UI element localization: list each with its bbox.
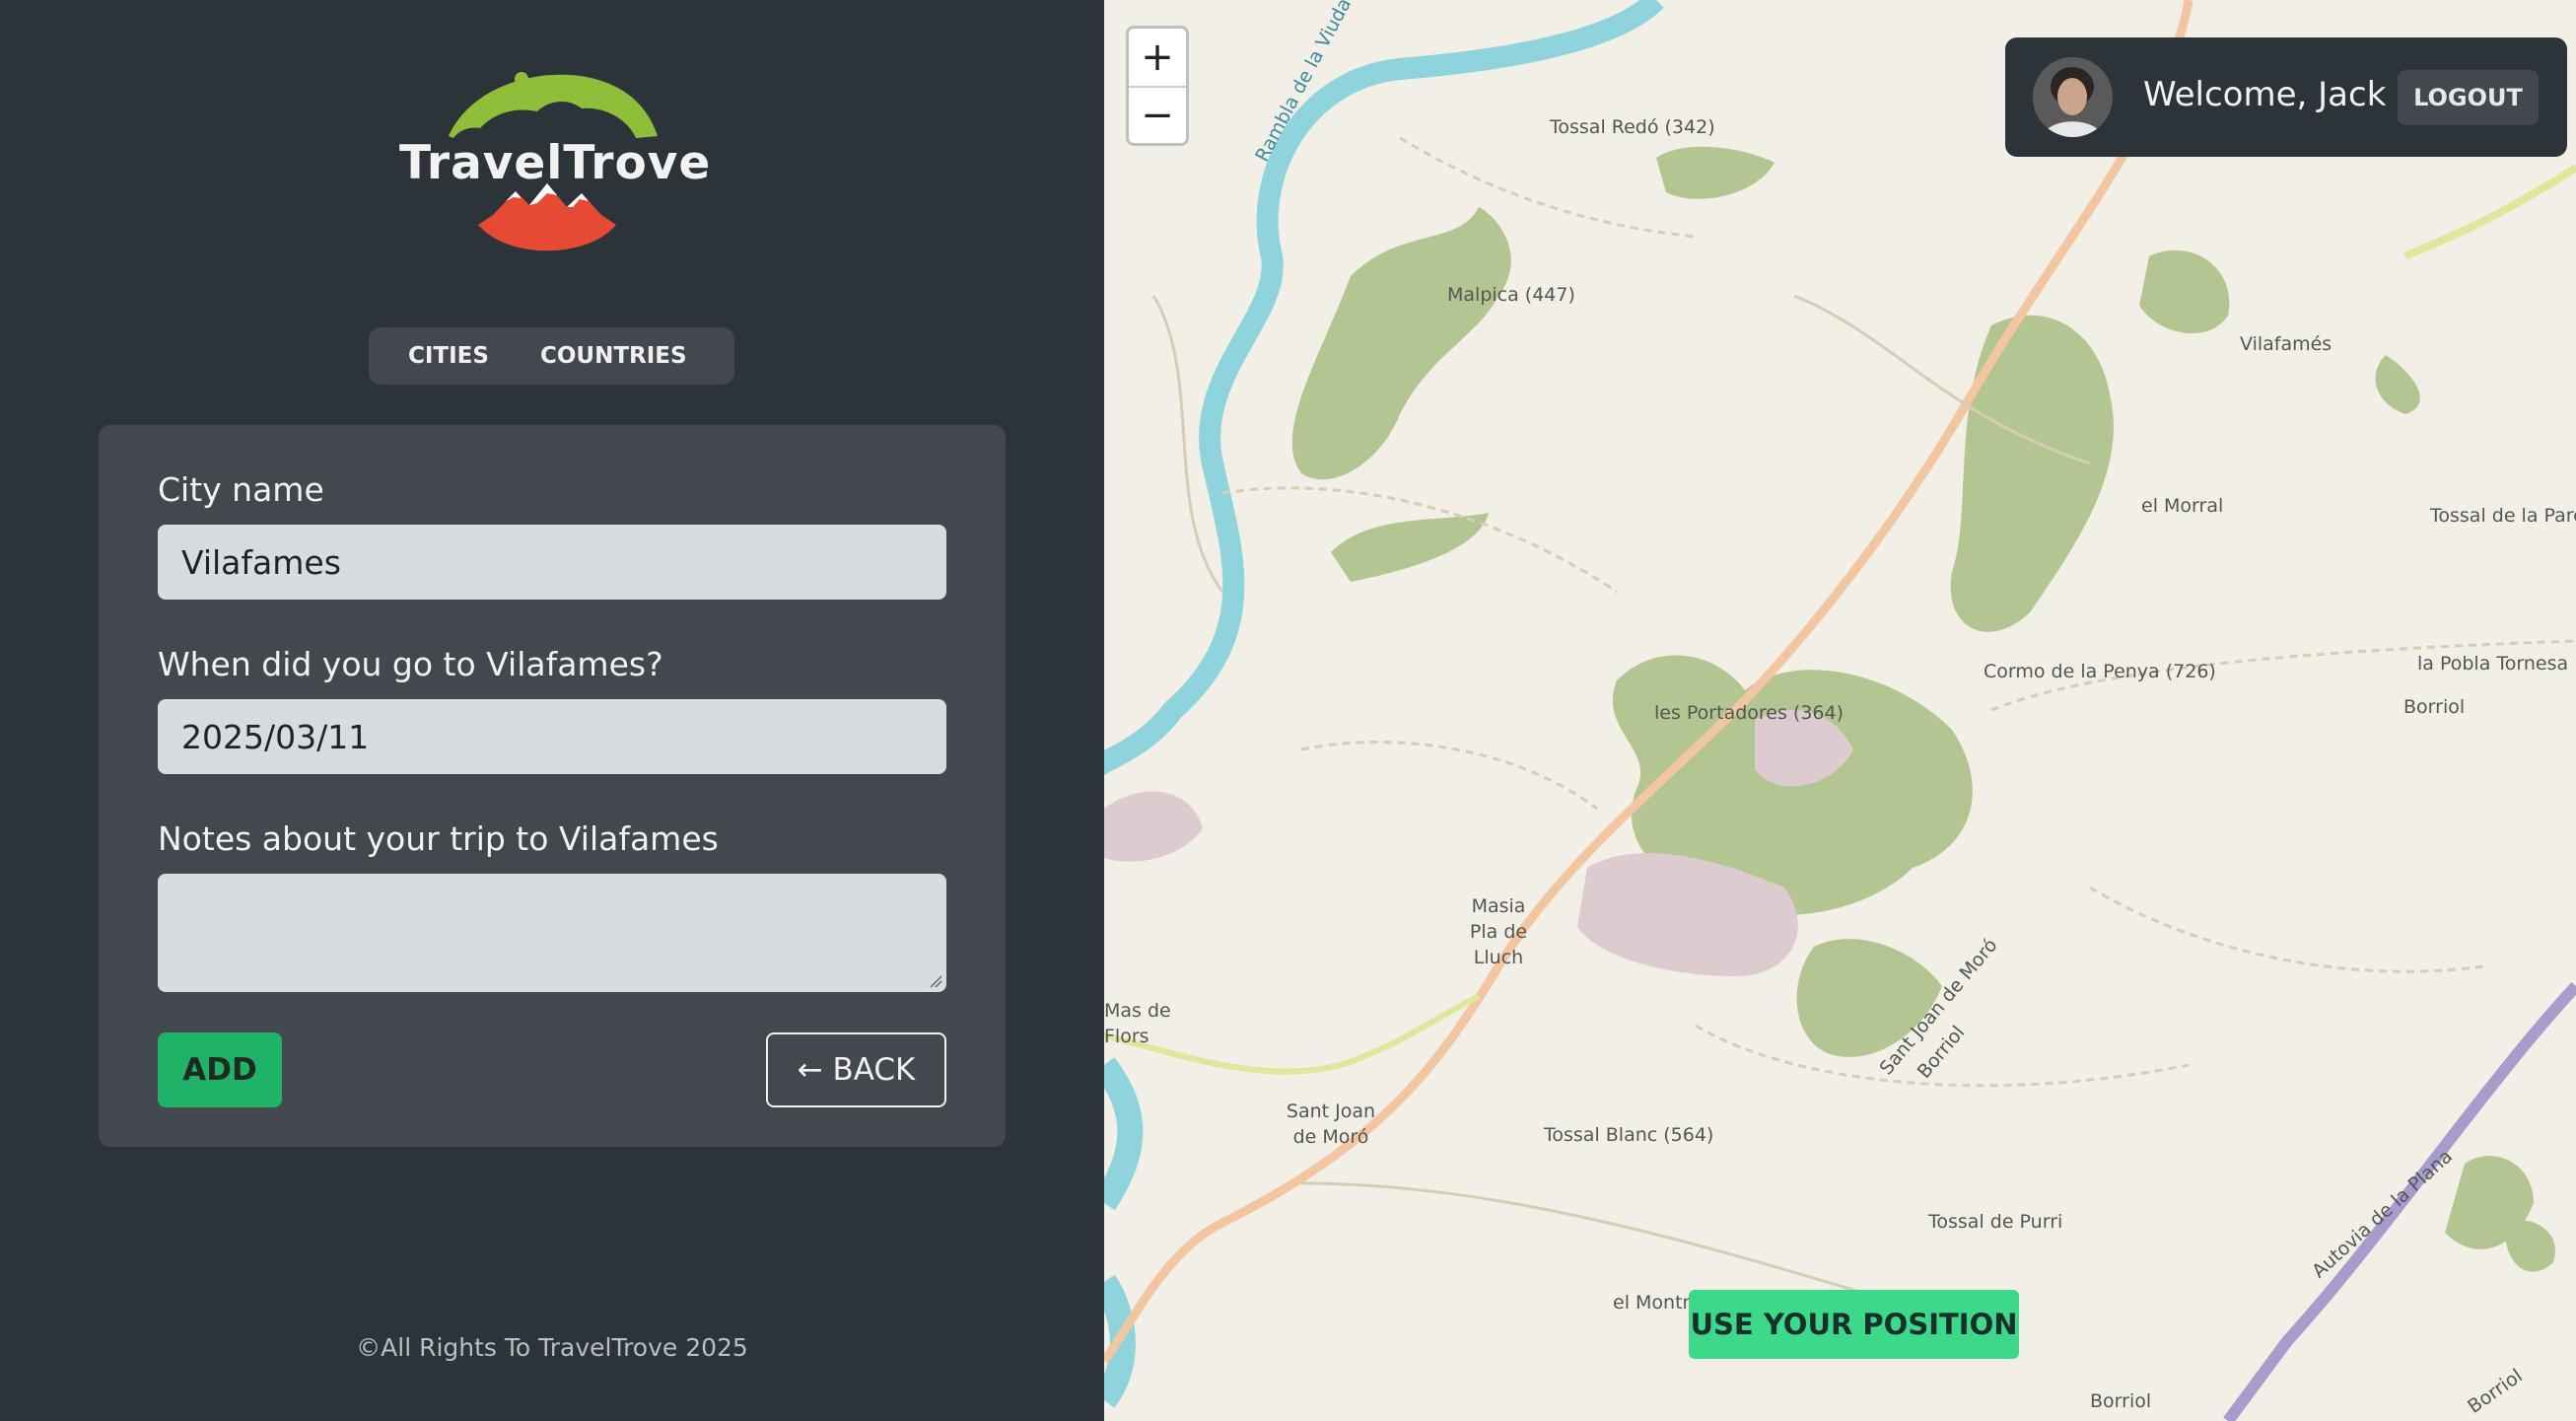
map-label: Mas de Flors [1104,1000,1171,1047]
city-name-input[interactable]: Vilafames [158,525,946,600]
app-root: TravelTrove CITIES COUNTRIES City name V… [0,0,2576,1421]
logo[interactable]: TravelTrove [399,67,712,254]
map-label: Malpica (447) [1447,284,1575,306]
map-label: el Morral [2141,495,2224,517]
map-label: Masia Pla de Lluch [1469,895,1528,968]
map-label: Cormo de la Penya (726) [1984,661,2216,682]
map-label: les Portadores (364) [1654,702,1845,724]
tab-cities[interactable]: CITIES [369,343,489,369]
resize-grip-icon[interactable] [929,974,942,988]
city-name-label: City name [158,470,324,509]
notes-textarea[interactable] [158,874,946,992]
map-label: Tossal de Purri [1928,1211,2063,1233]
use-position-button[interactable]: USE YOUR POSITION [1689,1290,2019,1359]
user-panel: Welcome, Jack LOGOUT [2005,37,2567,157]
add-city-form: City name Vilafames When did you go to V… [99,425,1006,1147]
user-avatar-icon [2033,57,2113,137]
map-label: la Pobla Tornesa [2417,653,2569,675]
zoom-in-button[interactable]: + [1129,29,1186,86]
map-label: Tossal Redó (342) [1550,116,1715,138]
zoom-control: + − [1126,26,1189,146]
date-input[interactable]: 2025/03/11 [158,699,946,774]
map-label: Tossal Blanc (564) [1544,1124,1714,1146]
sidebar: TravelTrove CITIES COUNTRIES City name V… [0,0,1104,1421]
map-label: Vilafamés [2240,333,2332,355]
notes-label: Notes about your trip to Vilafames [158,819,719,858]
map-label: Borriol [2403,696,2466,718]
map[interactable]: Rambla de la Viuda Tossal Redó (342) Mal… [1104,0,2576,1421]
date-label: When did you go to Vilafames? [158,645,663,683]
zoom-out-button[interactable]: − [1129,86,1186,143]
logo-text: TravelTrove [399,136,712,190]
map-label: Sant Joan de Moró [1286,1101,1376,1148]
add-button[interactable]: ADD [158,1032,282,1107]
back-button[interactable]: ← BACK [766,1032,946,1107]
footer-copyright: ©All Rights To TravelTrove 2025 [356,1333,748,1362]
tab-countries[interactable]: COUNTRIES [489,343,687,369]
nav-tabs: CITIES COUNTRIES [369,327,734,385]
logout-button[interactable]: LOGOUT [2398,70,2539,125]
welcome-text: Welcome, Jack [2143,75,2387,114]
avatar [2033,57,2113,137]
map-label: Borriol [2090,1390,2152,1412]
map-label: Tossal de la Parc [2430,505,2576,527]
